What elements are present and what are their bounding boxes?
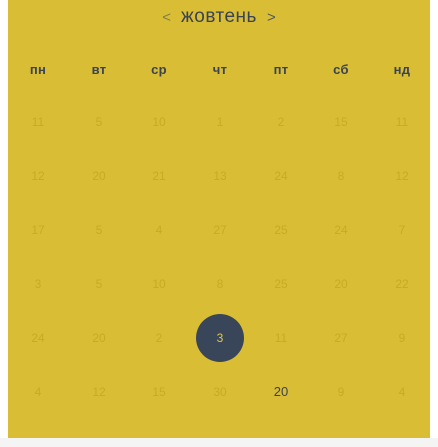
day-cell[interactable]: 4 — [382, 382, 422, 402]
calendar: < жовтень > пн вт ср чт пт сб нд 11 5 10 1 2… — [8, 0, 430, 438]
day-cell[interactable]: 24 — [18, 328, 58, 348]
day-cell[interactable]: 13 — [200, 166, 240, 186]
day-cell[interactable]: 4 — [139, 220, 179, 240]
day-cell[interactable]: 12 — [18, 166, 58, 186]
day-cell[interactable]: 15 — [321, 112, 361, 132]
day-cell[interactable]: 27 — [321, 328, 361, 348]
day-cell[interactable]: 8 — [200, 274, 240, 294]
day-cell[interactable]: 30 — [200, 382, 240, 402]
day-grid: 11 5 10 1 2 15 11 12 20 21 13 24 8 12 17 5 4 27 25 24 7 3 5 10 8… — [8, 0, 430, 438]
day-cell[interactable]: 20 — [321, 274, 361, 294]
day-cell[interactable]: 1 — [200, 112, 240, 132]
day-cell[interactable]: 10 — [139, 274, 179, 294]
selected-day-cell[interactable]: 3 — [196, 314, 244, 362]
day-cell[interactable]: 24 — [321, 220, 361, 240]
day-cell[interactable]: 9 — [321, 382, 361, 402]
day-cell[interactable]: 5 — [79, 274, 119, 294]
day-cell[interactable]: 10 — [139, 112, 179, 132]
day-cell[interactable]: 2 — [261, 112, 301, 132]
day-cell[interactable]: 25 — [261, 274, 301, 294]
day-cell[interactable]: 9 — [382, 328, 422, 348]
day-cell[interactable]: 20 — [79, 166, 119, 186]
day-cell[interactable]: 12 — [382, 166, 422, 186]
day-cell[interactable]: 22 — [382, 274, 422, 294]
highlighted-day-cell[interactable]: 20 — [261, 382, 301, 402]
day-cell[interactable]: 24 — [261, 166, 301, 186]
day-cell[interactable]: 3 — [18, 274, 58, 294]
day-cell[interactable]: 21 — [139, 166, 179, 186]
day-cell[interactable]: 11 — [261, 328, 301, 348]
day-cell[interactable]: 8 — [321, 166, 361, 186]
day-cell[interactable]: 15 — [139, 382, 179, 402]
day-cell[interactable]: 27 — [200, 220, 240, 240]
day-cell[interactable]: 4 — [18, 382, 58, 402]
day-cell[interactable]: 17 — [18, 220, 58, 240]
day-cell[interactable]: 25 — [261, 220, 301, 240]
day-cell[interactable]: 5 — [79, 112, 119, 132]
day-cell[interactable]: 5 — [79, 220, 119, 240]
day-cell[interactable]: 2 — [139, 328, 179, 348]
day-cell[interactable]: 20 — [79, 328, 119, 348]
day-cell[interactable]: 11 — [382, 112, 422, 132]
day-cell[interactable]: 11 — [18, 112, 58, 132]
day-cell[interactable]: 12 — [79, 382, 119, 402]
day-cell[interactable]: 7 — [382, 220, 422, 240]
bottom-strip — [0, 438, 438, 447]
